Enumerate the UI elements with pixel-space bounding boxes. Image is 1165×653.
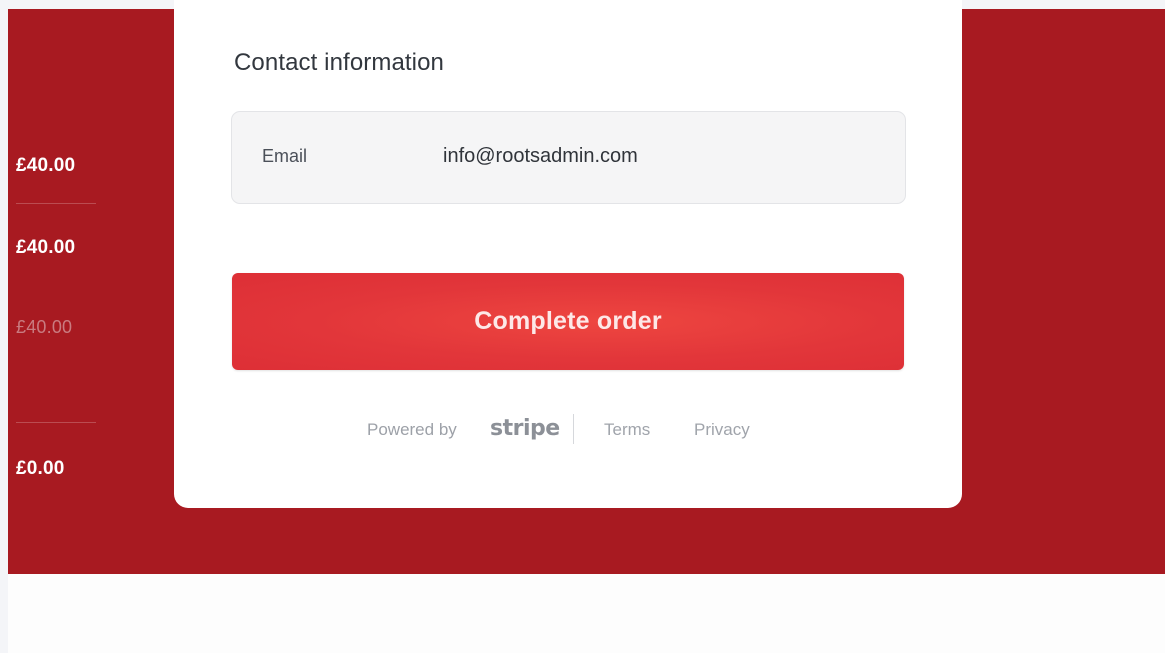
contact-section-title: Contact information [234,49,445,76]
email-field[interactable]: Email info@rootsadmin.com [231,111,906,204]
privacy-link[interactable]: Privacy [694,420,750,440]
email-label: Email [262,146,308,166]
footer-separator [573,414,574,444]
stripe-logo[interactable]: stripe [490,416,560,441]
summary-amount-subtotal: £40.00 [16,155,76,176]
summary-amount-due: £0.00 [16,458,65,479]
payment-card: Contact information Email info@rootsadmi… [174,0,962,508]
email-value[interactable]: info@rootsadmin.com [443,145,638,168]
payment-footer: Powered by stripe Terms Privacy [174,414,962,444]
terms-link[interactable]: Terms [604,420,650,440]
complete-order-button[interactable]: Complete order [232,273,904,370]
summary-divider [16,422,96,423]
checkout-page: £40.00 £40.00 £40.00 £0.00 Contact infor… [0,0,1165,653]
summary-divider [16,203,96,204]
summary-amount-secondary: £40.00 [16,317,73,337]
powered-by-label: Powered by [367,420,457,439]
summary-amount-total: £40.00 [16,237,76,258]
page-footer-area [8,574,1165,653]
